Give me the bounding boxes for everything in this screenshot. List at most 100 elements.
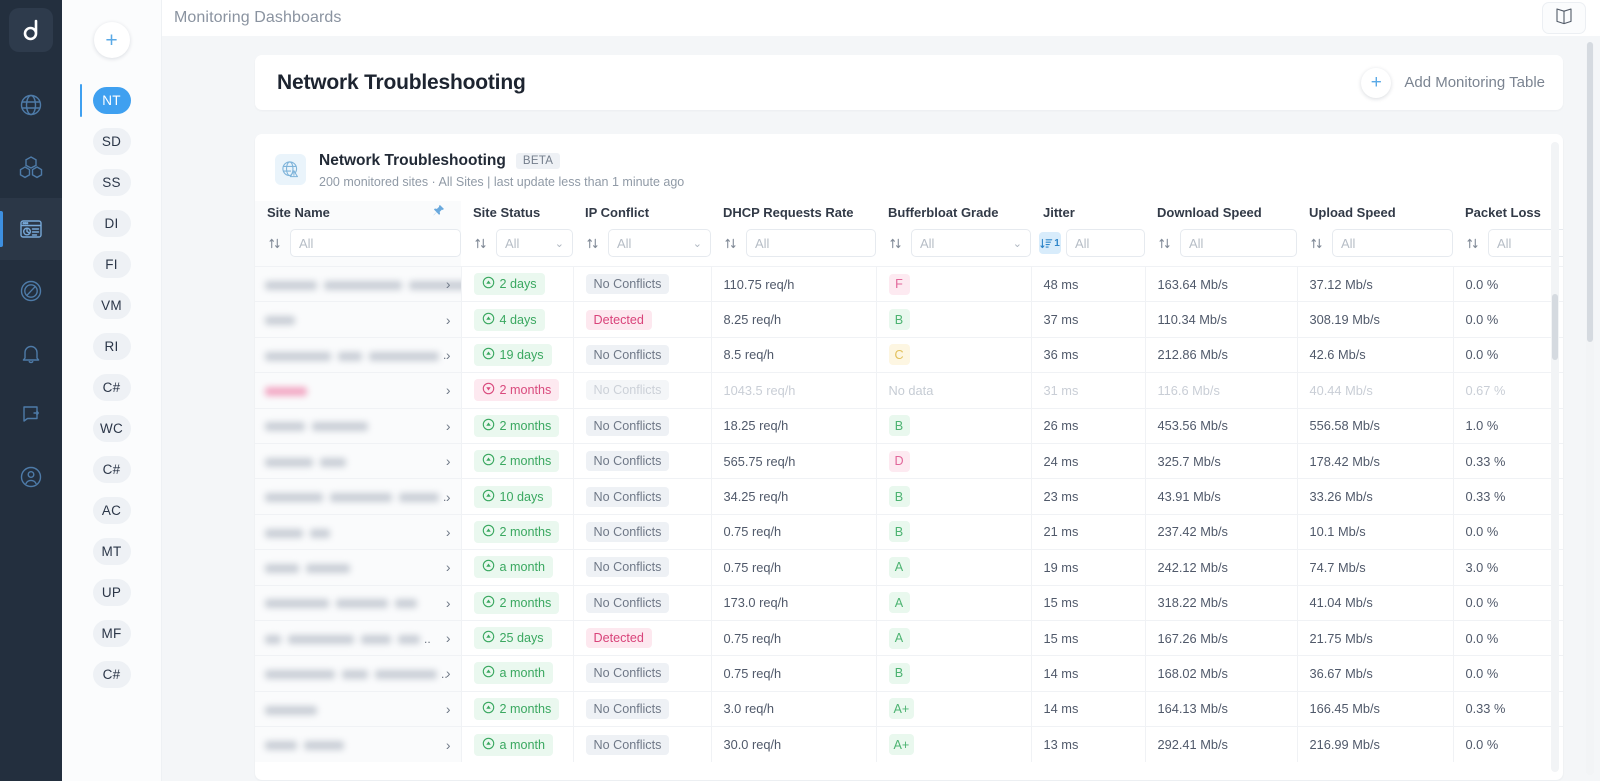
- cell-site-name: .. ›: [255, 619, 462, 656]
- table-row[interactable]: . › 19 days No Conflicts 8.5 req/h C 36 ms 212.…: [255, 336, 1563, 373]
- table-row[interactable]: › 2 months No Conflicts 18.25 req/h B 26 ms 45…: [255, 407, 1563, 444]
- sidebar-item-globe-network[interactable]: [0, 74, 62, 136]
- filter-cell-bufferbloat-grade: All ⌄: [876, 229, 1031, 267]
- dashboard-item-nt[interactable]: NT: [62, 80, 161, 121]
- table-row[interactable]: › 2 months No Conflicts 565.75 req/h D 24 ms 3…: [255, 442, 1563, 479]
- column-header-site-name[interactable]: Site Name: [255, 201, 461, 229]
- dashboard-item-csharp[interactable]: C#: [62, 654, 161, 695]
- sidebar-item-logout[interactable]: [0, 384, 62, 446]
- dashboard-item-vm[interactable]: VM: [62, 285, 161, 326]
- table-row[interactable]: .. › 25 days Detected 0.75 req/h A 15 ms 167.26…: [255, 619, 1563, 656]
- filter-input-download-speed[interactable]: All: [1180, 229, 1297, 257]
- column-header-download-speed[interactable]: Download Speed: [1145, 201, 1297, 229]
- page-vertical-scrollbar-thumb[interactable]: [1587, 42, 1593, 342]
- dashboard-item-mf[interactable]: MF: [62, 613, 161, 654]
- table-row[interactable]: .› 2 days No Conflicts 110.75 req/h F 48 ms16…: [255, 265, 1563, 302]
- dashboard-item-up[interactable]: UP: [62, 572, 161, 613]
- dashboard-item-ri[interactable]: RI: [62, 326, 161, 367]
- cell-site-name: .. ›: [255, 655, 462, 692]
- sort-toggle-dhcp-requests-rate-icon[interactable]: [719, 232, 741, 254]
- cell-ip-conflict: No Conflicts: [573, 726, 712, 762]
- expand-row-chevron-icon[interactable]: ›: [446, 490, 451, 504]
- expand-row-chevron-icon[interactable]: ›: [446, 419, 451, 433]
- expand-row-chevron-icon[interactable]: ›: [446, 702, 451, 716]
- table-row[interactable]: › 2 months No Conflicts 3.0 req/h A+ 14 ms 164…: [255, 690, 1563, 727]
- table-row[interactable]: › a month No Conflicts 30.0 req/h A+ 13 ms 292…: [255, 726, 1563, 762]
- expand-row-chevron-icon[interactable]: ›: [446, 277, 451, 291]
- sidebar-item-account[interactable]: [0, 446, 62, 508]
- expand-row-chevron-icon[interactable]: ›: [446, 560, 451, 574]
- dashboard-rail: + NT SD SS DI FI VM RI C# WC C# AC MT UP MF C#: [62, 0, 162, 781]
- filter-input-jitter[interactable]: All: [1066, 229, 1145, 257]
- column-header-jitter[interactable]: Jitter: [1031, 201, 1145, 229]
- app-logo[interactable]: [9, 8, 53, 52]
- cell-ip-conflict: No Conflicts: [573, 655, 712, 692]
- filter-cell-inner: All ⌄: [469, 229, 573, 257]
- table-vertical-scrollbar-track[interactable]: [1551, 142, 1559, 772]
- column-header-site-status[interactable]: Site Status: [461, 201, 573, 229]
- cell-upload-speed: 308.19 Mb/s: [1297, 301, 1454, 338]
- sort-toggle-ip-conflict-icon[interactable]: [581, 232, 603, 254]
- dashboard-item-mt[interactable]: MT: [62, 531, 161, 572]
- page-vertical-scrollbar-track[interactable]: [1586, 42, 1594, 775]
- expand-row-chevron-icon[interactable]: ›: [446, 348, 451, 362]
- filter-select-site-status[interactable]: All ⌄: [496, 229, 573, 257]
- dashboard-item-ac[interactable]: AC: [62, 490, 161, 531]
- cell-ip-conflict: Detected: [573, 301, 712, 338]
- column-header-ip-conflict[interactable]: IP Conflict: [573, 201, 711, 229]
- dashboard-item-sd[interactable]: SD: [62, 121, 161, 162]
- expand-row-chevron-icon[interactable]: ›: [446, 631, 451, 645]
- sort-toggle-upload-speed-icon[interactable]: [1305, 232, 1327, 254]
- filter-input-site-name[interactable]: All: [290, 229, 461, 257]
- sort-toggle-bufferbloat-grade-icon[interactable]: [884, 232, 906, 254]
- column-header-bufferbloat-grade[interactable]: Bufferbloat Grade: [876, 201, 1031, 229]
- expand-row-chevron-icon[interactable]: ›: [446, 666, 451, 680]
- expand-row-chevron-icon[interactable]: ›: [446, 596, 451, 610]
- sort-toggle-jitter-icon[interactable]: 1: [1039, 232, 1061, 254]
- dashboard-item-ss[interactable]: SS: [62, 162, 161, 203]
- column-header-packet-loss[interactable]: Packet Loss: [1453, 201, 1563, 229]
- table-row[interactable]: › 4 days Detected 8.25 req/h B 37 ms 110.34 Mb…: [255, 301, 1563, 338]
- expand-row-chevron-icon[interactable]: ›: [446, 454, 451, 468]
- table-row[interactable]: › 2 months No Conflicts 173.0 req/h A 15 ms 31…: [255, 584, 1563, 621]
- expand-row-chevron-icon[interactable]: ›: [446, 383, 451, 397]
- dashboard-item-di[interactable]: DI: [62, 203, 161, 244]
- filter-select-ip-conflict[interactable]: All ⌄: [608, 229, 711, 257]
- table-row[interactable]: › 2 months No Conflicts 0.75 req/h B 21 ms 237…: [255, 513, 1563, 550]
- expand-row-chevron-icon[interactable]: ›: [446, 525, 451, 539]
- cell-site-name: ›: [255, 584, 462, 621]
- cell-download-speed: 110.34 Mb/s: [1145, 301, 1298, 338]
- sidebar-item-inventory[interactable]: [0, 136, 62, 198]
- column-header-upload-speed[interactable]: Upload Speed: [1297, 201, 1453, 229]
- sort-toggle-download-speed-icon[interactable]: [1153, 232, 1175, 254]
- dashboard-item-fi[interactable]: FI: [62, 244, 161, 285]
- add-monitoring-table-button[interactable]: + Add Monitoring Table: [1361, 67, 1545, 98]
- expand-row-chevron-icon[interactable]: ›: [446, 313, 451, 327]
- table-row[interactable]: › a month No Conflicts 0.75 req/h A 19 ms 242.…: [255, 549, 1563, 586]
- table-row[interactable]: › 2 months No Conflicts 1043.5 req/h No data…: [255, 372, 1563, 409]
- dashboard-item-csharp[interactable]: C#: [62, 449, 161, 490]
- sidebar-item-alerts[interactable]: [0, 322, 62, 384]
- sort-toggle-site-name-icon[interactable]: [263, 232, 285, 254]
- table-row[interactable]: . › 10 days No Conflicts 34.25 req/h B 23 ms 43…: [255, 478, 1563, 515]
- pin-column-icon[interactable]: [432, 204, 445, 220]
- table-vertical-scrollbar-thumb[interactable]: [1552, 294, 1558, 360]
- dashboard-item-csharp[interactable]: C#: [62, 367, 161, 408]
- sidebar-item-monitoring-dashboards[interactable]: [0, 198, 62, 260]
- sort-toggle-packet-loss-icon[interactable]: [1461, 232, 1483, 254]
- table-row[interactable]: .. › a month No Conflicts 0.75 req/h B 14 ms 16…: [255, 655, 1563, 692]
- add-dashboard-button[interactable]: +: [93, 22, 130, 58]
- bell-alerts-icon: [18, 340, 44, 366]
- sort-toggle-site-status-icon[interactable]: [469, 232, 491, 254]
- redacted-site-name: [265, 599, 329, 609]
- dashboard-item-wc[interactable]: WC: [62, 408, 161, 449]
- sidebar-item-explore[interactable]: [0, 260, 62, 322]
- filter-select-bufferbloat-grade[interactable]: All ⌄: [911, 229, 1031, 257]
- filter-input-dhcp-requests-rate[interactable]: All: [746, 229, 876, 257]
- ip-conflict-badge: No Conflicts: [585, 274, 670, 295]
- column-header-dhcp-requests-rate[interactable]: DHCP Requests Rate: [711, 201, 876, 229]
- dashboard-item-initials: DI: [92, 210, 131, 237]
- filter-input-upload-speed[interactable]: All: [1332, 229, 1453, 257]
- documentation-button[interactable]: [1542, 2, 1586, 34]
- expand-row-chevron-icon[interactable]: ›: [446, 738, 451, 752]
